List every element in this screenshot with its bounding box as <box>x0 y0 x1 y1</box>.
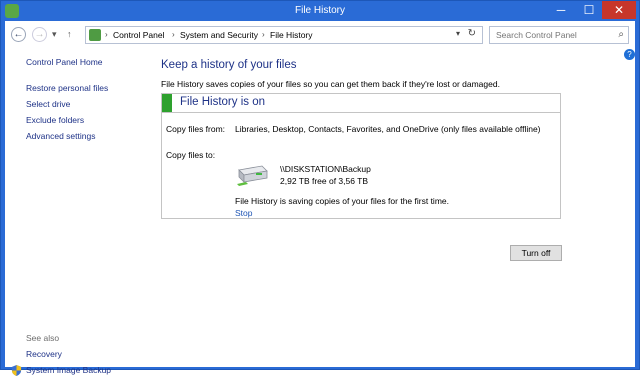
breadcrumb-separator-icon: › <box>262 30 265 39</box>
window: File History ─ ☐ ✕ ← → ▾ ↑ › Control Pan… <box>0 0 640 376</box>
drive-path: \\DISKSTATION\Backup <box>280 164 371 174</box>
address-bar[interactable]: › Control Panel › System and Security › … <box>85 26 483 44</box>
control-panel-icon <box>89 29 101 41</box>
close-button[interactable]: ✕ <box>602 1 636 19</box>
page-title: Keep a history of your files <box>161 59 297 71</box>
see-also-system-image-backup[interactable]: System Image Backup <box>26 365 111 375</box>
up-button[interactable]: ↑ <box>67 29 72 39</box>
address-dropdown-icon[interactable]: ▾ <box>456 29 460 38</box>
page-description: File History saves copies of your files … <box>161 79 500 89</box>
breadcrumb-file-history[interactable]: File History <box>270 30 313 40</box>
status-indicator <box>162 94 172 112</box>
see-also-label: See also <box>26 333 60 343</box>
saving-status-message: File History is saving copies of your fi… <box>235 196 449 206</box>
maximize-button[interactable]: ☐ <box>575 1 603 19</box>
refresh-icon[interactable]: ↻ <box>468 28 476 39</box>
recent-locations-dropdown-icon[interactable]: ▾ <box>52 29 57 40</box>
turn-off-button[interactable]: Turn off <box>510 245 562 261</box>
search-icon[interactable]: ⌕ <box>618 29 624 40</box>
window-title: File History <box>294 5 345 16</box>
status-header: File History is on <box>162 94 560 113</box>
sidebar-item-restore-personal-files[interactable]: Restore personal files <box>26 83 108 93</box>
navigation-bar: ← → ▾ ↑ › Control Panel › System and Sec… <box>5 21 635 49</box>
minimize-button[interactable]: ─ <box>547 1 575 19</box>
breadcrumb-system-and-security[interactable]: System and Security <box>180 30 258 40</box>
sidebar-control-panel-home[interactable]: Control Panel Home <box>26 57 103 67</box>
copy-from-value: Libraries, Desktop, Contacts, Favorites,… <box>235 124 541 134</box>
main-content: Keep a history of your files File Histor… <box>155 49 635 367</box>
stop-link[interactable]: Stop <box>235 208 253 218</box>
shield-icon <box>11 365 22 376</box>
title-bar[interactable]: File History ─ ☐ ✕ <box>1 1 639 21</box>
sidebar: Control Panel Home Restore personal file… <box>5 49 155 376</box>
sidebar-item-select-drive[interactable]: Select drive <box>26 99 70 109</box>
search-input[interactable] <box>494 29 608 41</box>
sidebar-item-exclude-folders[interactable]: Exclude folders <box>26 115 84 125</box>
network-drive-icon <box>237 165 268 186</box>
status-panel: File History is on Copy files from: Libr… <box>161 93 561 219</box>
copy-from-label: Copy files from: <box>166 124 226 134</box>
breadcrumb-separator-icon: › <box>172 30 175 39</box>
see-also-recovery[interactable]: Recovery <box>26 349 62 359</box>
search-box[interactable]: ⌕ <box>489 26 629 44</box>
breadcrumb-separator-icon: › <box>105 30 108 39</box>
sidebar-item-advanced-settings[interactable]: Advanced settings <box>26 131 95 141</box>
forward-button[interactable]: → <box>32 27 47 42</box>
client-area: ← → ▾ ↑ › Control Panel › System and Sec… <box>5 21 635 376</box>
copy-to-label: Copy files to: <box>166 150 216 160</box>
breadcrumb-control-panel[interactable]: Control Panel <box>113 30 165 40</box>
status-title: File History is on <box>180 96 265 108</box>
drive-free-space: 2,92 TB free of 3,56 TB <box>280 176 369 186</box>
back-button[interactable]: ← <box>11 27 26 42</box>
